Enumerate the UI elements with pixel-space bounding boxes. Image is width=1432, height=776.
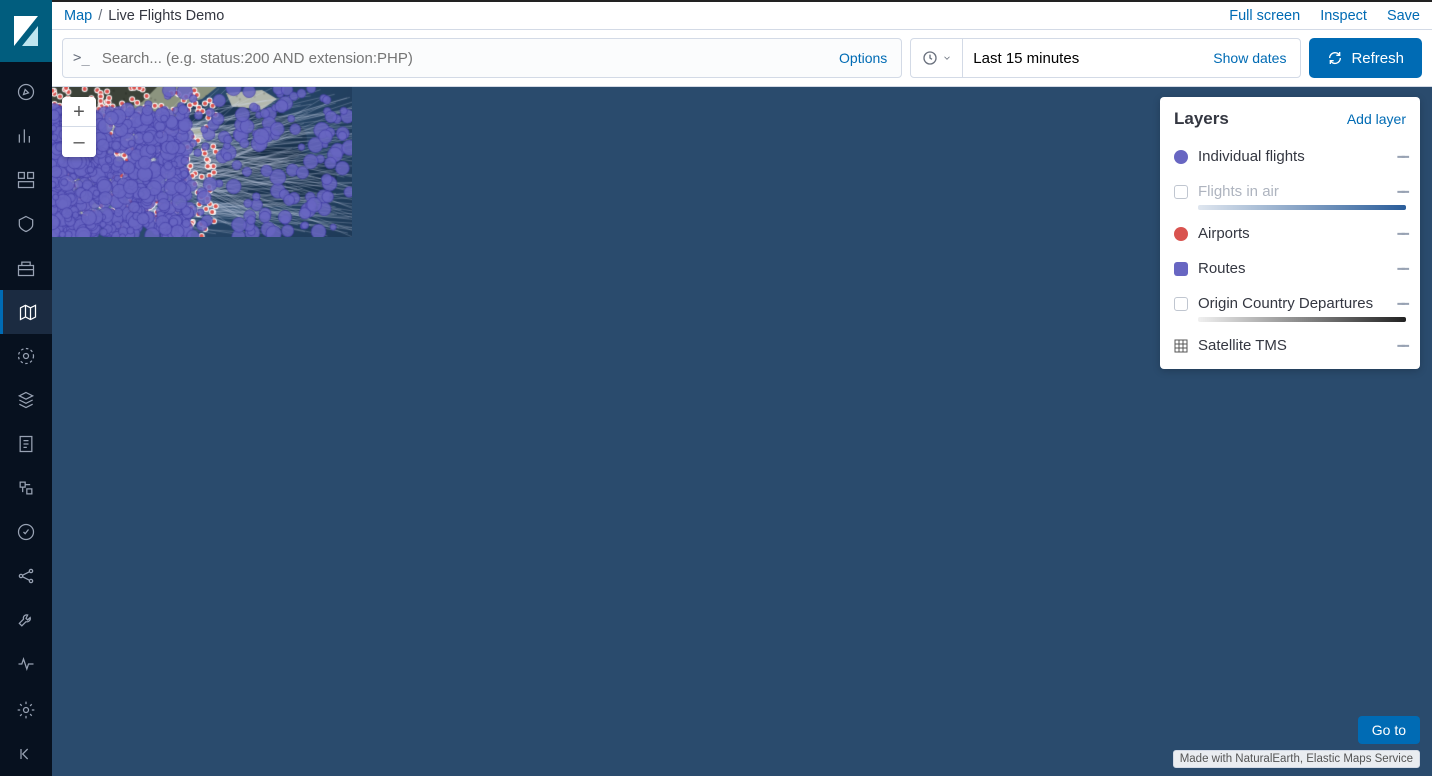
search-box[interactable]: >_ Options: [62, 38, 902, 78]
refresh-icon: [1327, 50, 1343, 66]
time-value[interactable]: [963, 50, 1213, 67]
layer-label: Routes: [1198, 260, 1246, 277]
breadcrumb-root[interactable]: Map: [64, 8, 92, 24]
layer-swatch: [1174, 185, 1188, 199]
time-picker[interactable]: Show dates: [910, 38, 1301, 78]
layers-title: Layers: [1174, 109, 1229, 129]
nav-infra[interactable]: [0, 246, 52, 290]
layer-row[interactable]: Flights in air ━━: [1174, 174, 1406, 209]
drag-handle-icon[interactable]: ━━: [1398, 297, 1406, 311]
search-options[interactable]: Options: [825, 50, 901, 66]
layer-label: Satellite TMS: [1198, 337, 1287, 354]
drag-handle-icon[interactable]: ━━: [1398, 339, 1406, 353]
nav-graph[interactable]: [0, 554, 52, 598]
inspect-link[interactable]: Inspect: [1320, 8, 1367, 24]
clock-icon: [922, 50, 938, 66]
nav-ml[interactable]: [0, 334, 52, 378]
nav-dashboard[interactable]: [0, 158, 52, 202]
chevron-down-icon: [942, 53, 952, 63]
layer-label: Flights in air: [1198, 183, 1279, 200]
map-viewport[interactable]: + – Layers Add layer Individual flights ━…: [52, 87, 1432, 776]
show-dates-link[interactable]: Show dates: [1213, 50, 1300, 66]
layers-panel: Layers Add layer Individual flights━━Fli…: [1160, 97, 1420, 369]
goto-button[interactable]: Go to: [1358, 716, 1420, 744]
time-quick-button[interactable]: [911, 39, 963, 77]
search-input[interactable]: [100, 49, 825, 68]
breadcrumb-current: Live Flights Demo: [108, 8, 224, 24]
nav-uptime[interactable]: [0, 510, 52, 554]
refresh-button[interactable]: Refresh: [1309, 38, 1422, 78]
nav-pipeline[interactable]: [0, 466, 52, 510]
nav-maps[interactable]: [0, 290, 52, 334]
drag-handle-icon[interactable]: ━━: [1398, 262, 1406, 276]
nav-devtools[interactable]: [0, 598, 52, 642]
nav-visualize[interactable]: [0, 114, 52, 158]
add-layer-link[interactable]: Add layer: [1347, 111, 1406, 127]
layer-label: Individual flights: [1198, 148, 1305, 165]
grid-icon: [1174, 339, 1188, 353]
layer-gradient: [1198, 205, 1406, 210]
zoom-in-button[interactable]: +: [62, 97, 96, 127]
drag-handle-icon[interactable]: ━━: [1398, 227, 1406, 241]
save-link[interactable]: Save: [1387, 8, 1420, 24]
layer-row[interactable]: Individual flights ━━: [1174, 139, 1406, 174]
nav-canvas[interactable]: [0, 202, 52, 246]
layer-swatch: [1174, 150, 1188, 164]
query-bar: >_ Options Show dates Refresh: [52, 30, 1432, 87]
kibana-logo[interactable]: [0, 0, 52, 62]
nav-logs[interactable]: [0, 378, 52, 422]
layer-row[interactable]: Airports ━━: [1174, 216, 1406, 251]
nav-collapse[interactable]: [0, 732, 52, 776]
layer-swatch: [1174, 262, 1188, 276]
layer-swatch: [1174, 297, 1188, 311]
map-canvas[interactable]: [52, 87, 352, 237]
layer-label: Origin Country Departures: [1198, 295, 1373, 312]
layer-label: Airports: [1198, 225, 1250, 242]
layer-row[interactable]: Origin Country Departures ━━: [1174, 286, 1406, 321]
fullscreen-link[interactable]: Full screen: [1229, 8, 1300, 24]
search-prompt-icon: >_: [63, 50, 100, 66]
nav-management[interactable]: [0, 688, 52, 732]
layer-row[interactable]: Routes ━━: [1174, 251, 1406, 286]
zoom-out-button[interactable]: –: [62, 127, 96, 157]
layer-gradient: [1198, 317, 1406, 322]
nav-apm[interactable]: [0, 422, 52, 466]
main-area: Map / Live Flights Demo Full screen Insp…: [52, 0, 1432, 776]
side-navigation: [0, 0, 52, 776]
drag-handle-icon[interactable]: ━━: [1398, 185, 1406, 199]
drag-handle-icon[interactable]: ━━: [1398, 150, 1406, 164]
map-attribution: Made with NaturalEarth, Elastic Maps Ser…: [1173, 750, 1420, 768]
breadcrumb-sep: /: [98, 8, 102, 24]
breadcrumb-bar: Map / Live Flights Demo Full screen Insp…: [52, 2, 1432, 30]
nav-monitoring[interactable]: [0, 642, 52, 686]
zoom-control: + –: [62, 97, 96, 157]
layer-row[interactable]: Satellite TMS ━━: [1174, 328, 1406, 363]
layer-swatch: [1174, 227, 1188, 241]
nav-discover[interactable]: [0, 70, 52, 114]
refresh-label: Refresh: [1351, 50, 1404, 67]
